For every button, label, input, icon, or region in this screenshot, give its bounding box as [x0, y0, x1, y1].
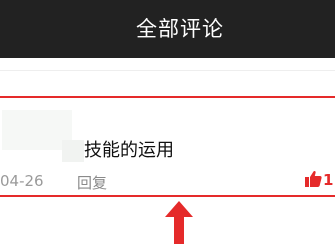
- divider: [0, 70, 335, 71]
- comments-page: 全部评论 技能的运用 04-26 回复 1: [0, 0, 335, 244]
- comment-text: 技能的运用: [84, 140, 174, 161]
- up-arrow-icon: [165, 201, 193, 244]
- avatar-detail: [62, 140, 84, 162]
- comment-item: 技能的运用 04-26 回复 1: [0, 96, 335, 197]
- reply-button[interactable]: 回复: [77, 172, 107, 193]
- page-title: 全部评论: [136, 17, 224, 41]
- header-bar: 全部评论: [0, 0, 335, 58]
- like-count: 1: [323, 171, 334, 189]
- avatar[interactable]: [2, 110, 84, 162]
- thumbs-up-icon: [305, 171, 322, 187]
- comment-date: 04-26: [0, 172, 44, 190]
